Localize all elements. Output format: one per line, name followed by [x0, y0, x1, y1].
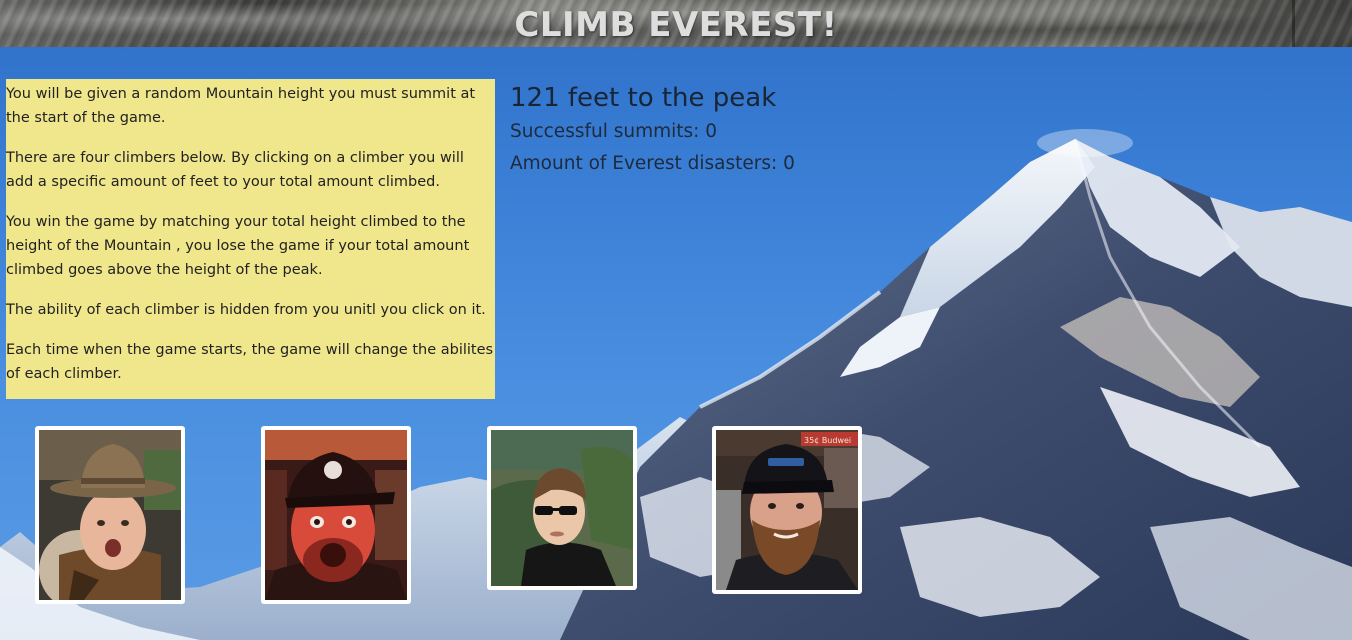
instruction-text: You will be given a random Mountain heig… [6, 86, 476, 126]
instruction-text: You win the game by matching your total … [6, 214, 470, 278]
header-banner: CLIMB EVEREST! [0, 0, 1352, 47]
climber-3-button[interactable] [487, 426, 637, 590]
cowboy-hat-man-icon [39, 430, 181, 600]
bearded-man-icon: 35¢ Budwei [716, 430, 858, 590]
instruction-text: The ability of each climber is hidden fr… [6, 302, 486, 318]
instruction-text: There are four climbers below. By clicki… [6, 150, 464, 190]
instruction-text: Each time when the game starts, the game… [6, 342, 494, 382]
climber-4-button[interactable]: 35¢ Budwei [712, 426, 862, 594]
red-cap-man-icon [265, 430, 407, 600]
game-stats: 121 feet to the peak Successful summits:… [510, 80, 795, 180]
climber-1-button[interactable] [35, 426, 185, 604]
climber-2-button[interactable] [261, 426, 411, 604]
everest-disasters: Amount of Everest disasters: 0 [510, 153, 795, 174]
sunglasses-man-icon [491, 430, 633, 586]
bar-sign-text: 35¢ Budwei [804, 436, 851, 445]
page-title: CLIMB EVEREST! [514, 5, 838, 45]
instructions-panel: You will be given a random Mountain heig… [6, 79, 495, 399]
feet-to-peak: 121 feet to the peak [510, 83, 777, 113]
successful-summits: Successful summits: 0 [510, 121, 718, 142]
